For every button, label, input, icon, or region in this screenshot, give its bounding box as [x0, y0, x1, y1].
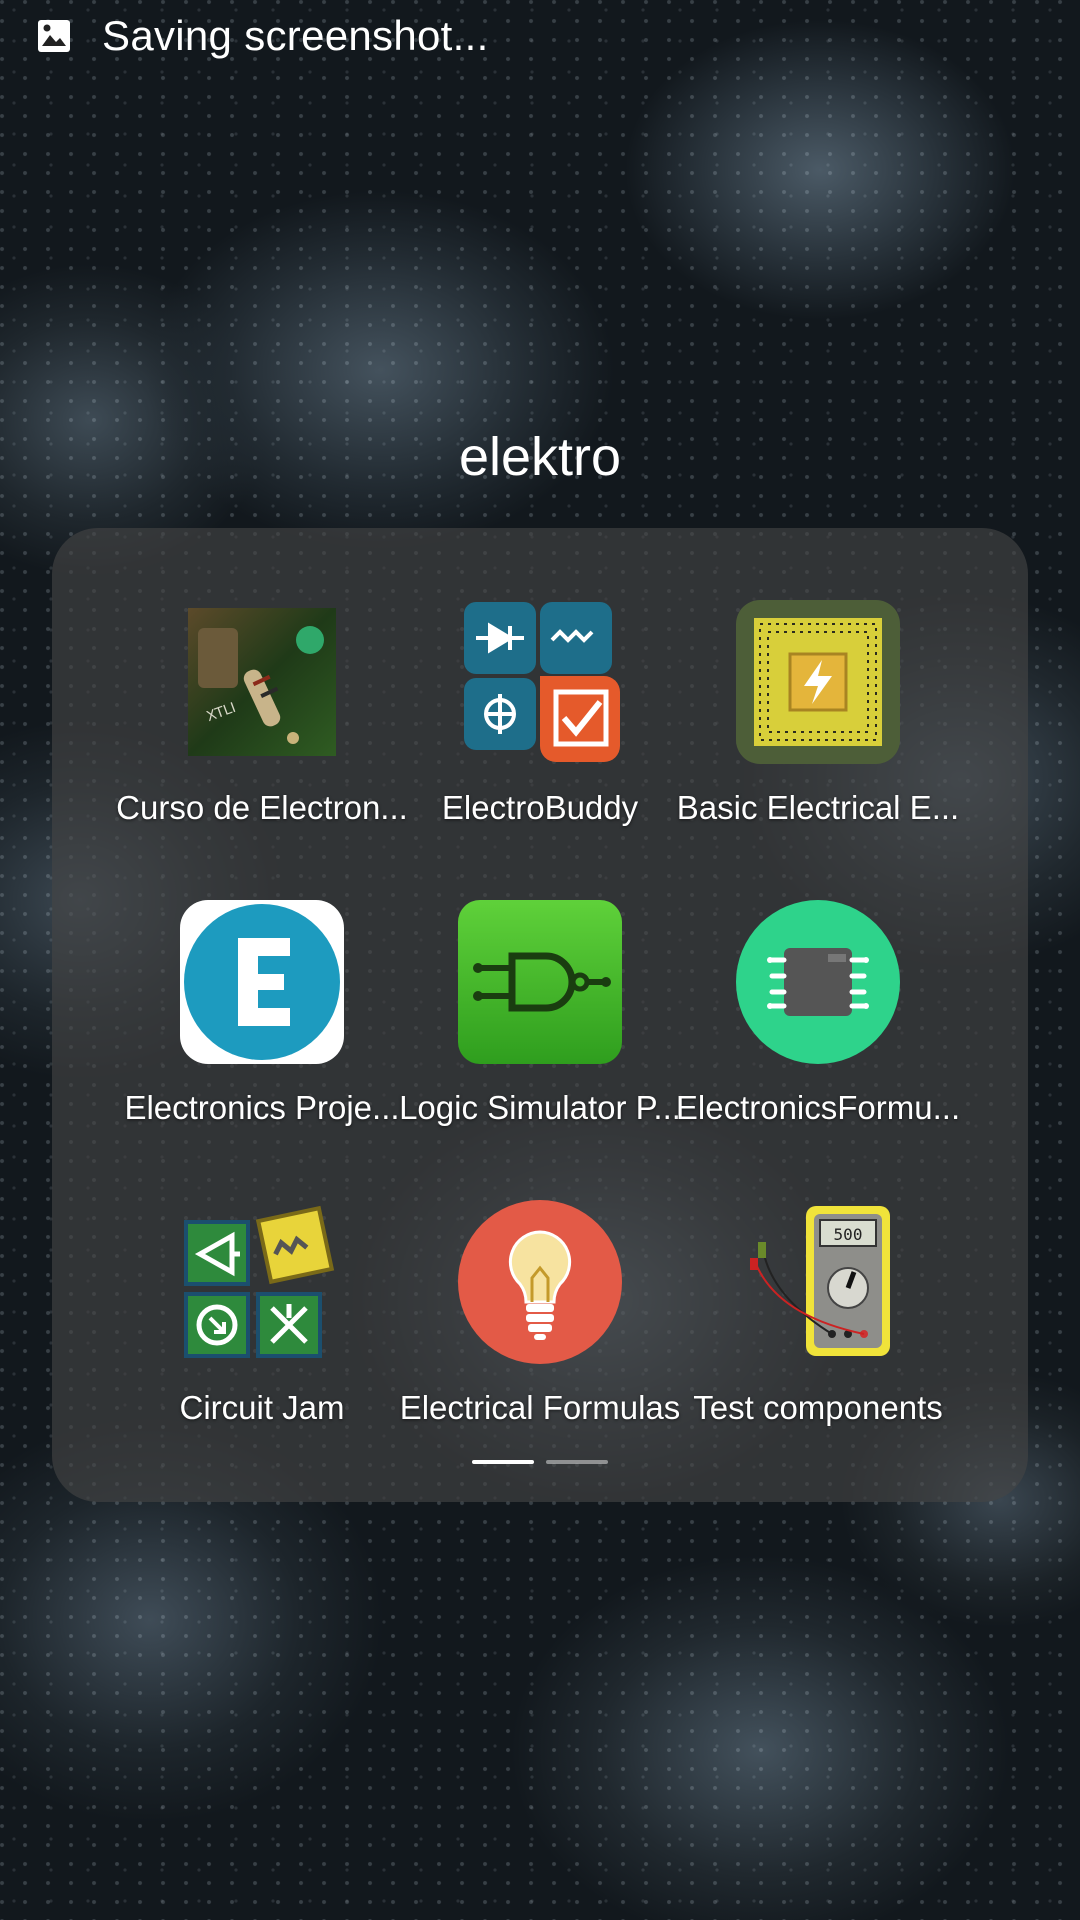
app-logic-simulator-pro[interactable]: Logic Simulator P... — [399, 898, 681, 1158]
home-screen: Saving screenshot... elektro XTLI Curso … — [0, 0, 1080, 1920]
status-bar: Saving screenshot... — [0, 0, 1080, 72]
multimeter-icon: 500 — [750, 1206, 890, 1356]
app-label: ElectroBuddy — [441, 789, 639, 826]
app-electronics-formulas[interactable]: ElectronicsFormu... — [676, 898, 960, 1158]
app-label: Basic Electrical E... — [676, 789, 960, 826]
app-label: Electronics Proje... — [124, 1089, 400, 1126]
page-dot-inactive[interactable] — [546, 1460, 608, 1464]
image-icon — [38, 20, 70, 52]
svg-text:500: 500 — [834, 1225, 863, 1244]
app-electrical-formulas[interactable]: Electrical Formulas — [400, 1198, 680, 1458]
lightbulb-icon — [458, 1200, 622, 1364]
app-electrobuddy[interactable]: ElectroBuddy — [400, 598, 680, 858]
app-test-components[interactable]: 500 Test components — [678, 1198, 958, 1458]
app-label: ElectronicsFormu... — [675, 1089, 961, 1126]
circuit-board-photo-icon: XTLI — [188, 608, 336, 756]
page-dot-active[interactable] — [472, 1460, 534, 1464]
app-label: Circuit Jam — [179, 1389, 345, 1426]
app-electronics-projects[interactable]: Electronics Proje... — [122, 898, 402, 1158]
app-curso-de-electronica[interactable]: XTLI Curso de Electron... — [116, 598, 408, 858]
folder-title[interactable]: elektro — [0, 422, 1080, 492]
circuit-jam-tiles-icon — [184, 1205, 335, 1358]
notification-text: Saving screenshot... — [102, 12, 489, 59]
microchip-circle-icon — [736, 900, 900, 1064]
nand-gate-icon — [458, 900, 622, 1064]
app-label: Logic Simulator P... — [399, 1089, 681, 1126]
app-label: Electrical Formulas — [399, 1389, 681, 1426]
app-basic-electrical-engineering[interactable]: Basic Electrical E... — [677, 598, 959, 858]
app-label: Test components — [693, 1389, 943, 1426]
chip-lightning-icon — [736, 600, 900, 764]
app-circuit-jam[interactable]: Circuit Jam — [122, 1198, 402, 1458]
page-indicator — [472, 1460, 608, 1464]
electrobuddy-icon — [464, 602, 620, 762]
app-label: Curso de Electron... — [116, 789, 408, 826]
letter-e-circle-icon — [180, 900, 344, 1064]
